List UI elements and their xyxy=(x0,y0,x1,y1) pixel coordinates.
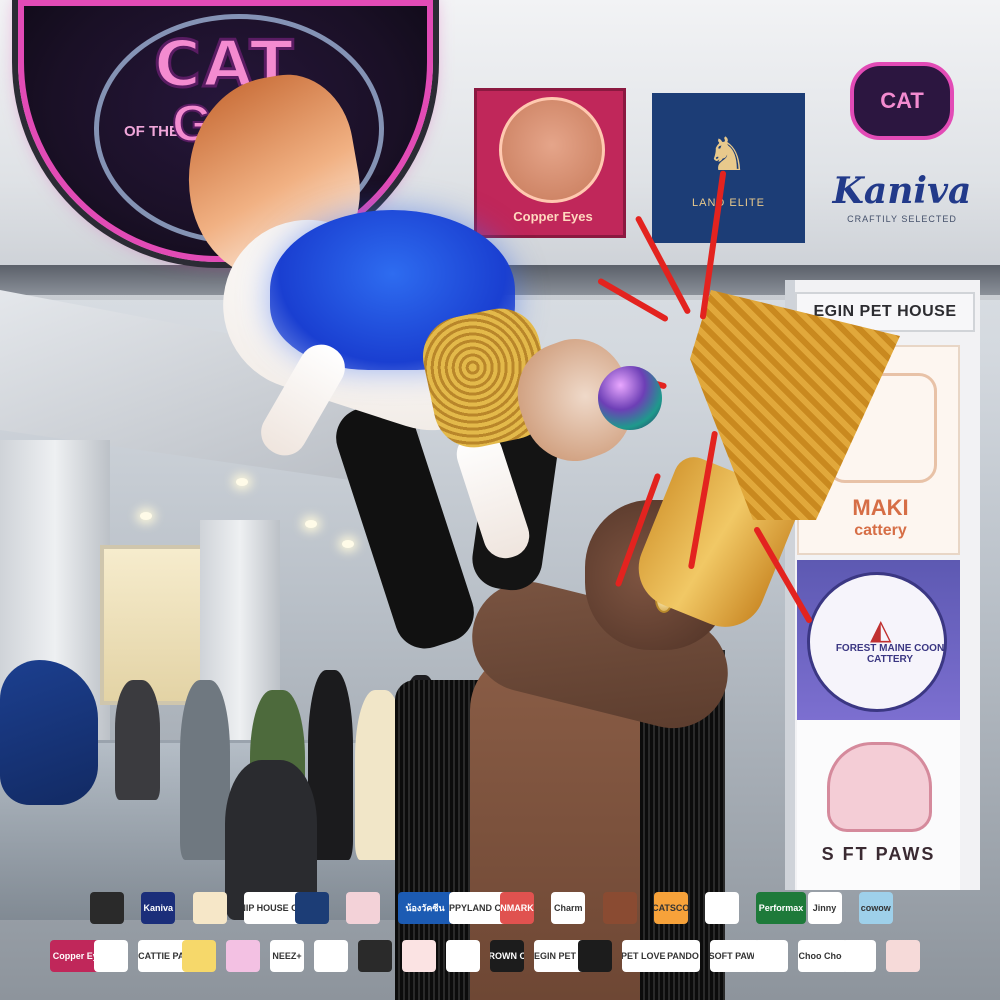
landmark-elite-sign: ♞ LAND ELITE xyxy=(652,93,805,243)
cat-galaxy-badge: CAT xyxy=(850,62,954,140)
bystander-arm xyxy=(0,660,98,805)
sponsor-logo xyxy=(358,940,392,972)
bystander xyxy=(180,680,230,860)
sponsor-logo xyxy=(402,940,436,972)
cat-silhouette-icon: ♞ xyxy=(706,128,748,180)
sponsor-logo xyxy=(90,892,124,924)
soft-paws-panel: S FT PAWS xyxy=(797,720,960,890)
photo-scene: CAT OF THE GALA Copper Eyes ♞ LAND ELITE… xyxy=(0,0,1000,1000)
sponsor-logo xyxy=(314,940,348,972)
glitter-orb-helmet xyxy=(598,366,662,430)
sponsor-logo: Performax xyxy=(756,892,806,924)
badge-label: CAT xyxy=(880,88,924,113)
sponsor-logo: น้องวัคซีน xyxy=(397,892,453,924)
ceiling-light xyxy=(236,478,248,486)
sponsor-logo: NEEZ+ xyxy=(270,940,304,972)
sponsor-logo: Choo Choo xyxy=(798,940,848,972)
sponsor-logo: cowow xyxy=(858,892,893,924)
sponsor-logo xyxy=(295,892,329,924)
sponsor-logo xyxy=(602,892,637,924)
kaniva-wordmark: Kaniva xyxy=(832,170,972,212)
sponsor-logo-row: KanivaCATNIP HOUSE CAT CAFEน้องวัคซีนHAP… xyxy=(90,892,920,932)
maine-coon-emblem: ◭ FOREST MAINE COON CATTERY xyxy=(807,572,947,712)
sponsor-logo xyxy=(578,940,612,972)
lynx-head-icon: ◭ xyxy=(870,614,892,645)
sponsor-logo xyxy=(705,892,739,924)
kitten-face-icon xyxy=(827,742,932,832)
sponsor-logo: SOFT PAWS xyxy=(710,940,760,972)
sponsor-logo: NMARK xyxy=(500,892,534,924)
sponsor-logo xyxy=(182,940,216,972)
maki-subtitle: cattery xyxy=(854,522,907,539)
sponsor-logo xyxy=(192,892,227,924)
ceiling-light xyxy=(305,520,317,528)
sponsor-logo: Jinny xyxy=(807,892,842,924)
cat-face-icon xyxy=(499,97,605,203)
maine-coon-cattery-panel: ◭ FOREST MAINE COON CATTERY xyxy=(797,560,960,720)
sponsor-logo xyxy=(886,940,920,972)
maine-coon-label: FOREST MAINE COON CATTERY xyxy=(835,643,945,665)
sponsor-logo: PANDO xyxy=(666,940,700,972)
copper-eyes-sign: Copper Eyes xyxy=(474,88,626,238)
bystander xyxy=(115,680,160,800)
sponsor-logo xyxy=(226,940,260,972)
sponsor-logo-row: Copper EyesCATTIE PAWSNEEZ+CROWN OFBEGIN… xyxy=(50,940,955,980)
sponsor-logo: CATSCO xyxy=(653,892,688,924)
sponsor-logo: Charm xyxy=(551,892,586,924)
ceiling-light xyxy=(140,512,152,520)
soft-paws-label: S FT PAWS xyxy=(821,844,936,864)
sponsor-logo xyxy=(346,892,381,924)
kaniva-logo: CAT Kaniva CRAFTILY SELECTED xyxy=(822,62,982,237)
sponsor-logo: CROWN OF xyxy=(490,940,524,972)
kaniva-tagline: CRAFTILY SELECTED xyxy=(847,214,957,224)
sponsor-logo xyxy=(446,940,480,972)
sponsor-logo xyxy=(842,940,876,972)
sponsor-logo xyxy=(754,940,788,972)
landmark-elite-label: LAND ELITE xyxy=(692,197,765,209)
galaxy-sign-of-the: OF THE xyxy=(124,123,179,140)
copper-eyes-label: Copper Eyes xyxy=(513,209,593,224)
sponsor-logo: Kaniva xyxy=(141,892,176,924)
sponsor-logo xyxy=(94,940,128,972)
ceiling-light xyxy=(342,540,354,548)
